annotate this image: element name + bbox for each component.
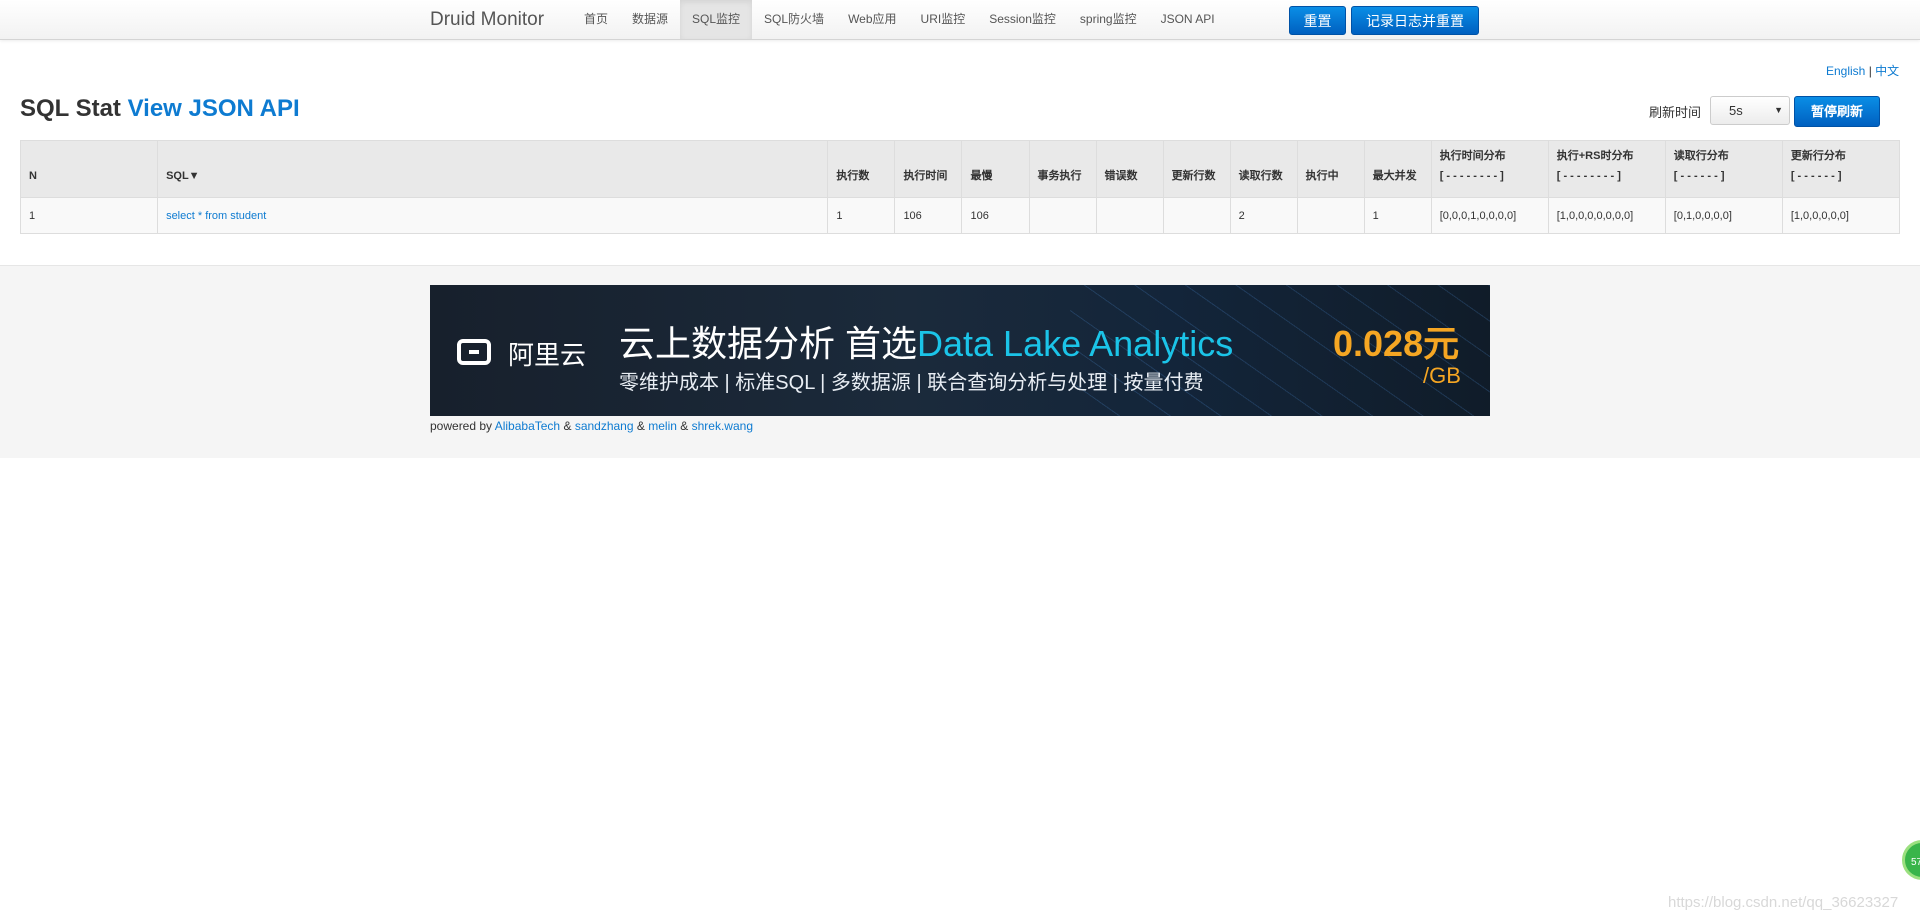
- brand-title[interactable]: Druid Monitor: [430, 8, 544, 32]
- col-header-exec-hist[interactable]: 执行时间分布 [ - - - - - - - - ]: [1430, 140, 1549, 198]
- col-header-slowest[interactable]: 最慢: [961, 140, 1030, 198]
- table-header-row: N SQL▼ 执行数 执行时间 最慢 事务执行 错误数 更新行数 读取行数 执行…: [19, 140, 1901, 198]
- page-title: SQL Stat View JSON API: [20, 94, 300, 124]
- ad-banner[interactable]: 阿里云 云上数据分析 首选Data Lake Analytics 零维护成本 |…: [430, 285, 1490, 416]
- cell-read-hist: [0,1,0,0,0,0]: [1664, 197, 1783, 234]
- banner-price-unit: /GB: [1423, 363, 1461, 388]
- author-link-melin[interactable]: melin: [648, 419, 677, 433]
- cell-sql: select * from student: [157, 197, 829, 234]
- lang-separator: |: [1868, 64, 1872, 78]
- amp-1: &: [563, 419, 572, 433]
- update-hist-sub: [ - - - - - - ]: [1790, 170, 1842, 182]
- col-header-tx-exec[interactable]: 事务执行: [1028, 140, 1097, 198]
- col-header-exec-rs-hist[interactable]: 执行+RS时分布 [ - - - - - - - - ]: [1547, 140, 1666, 198]
- col-header-exec-count[interactable]: 执行数: [827, 140, 896, 198]
- powered-by-label: powered by: [430, 419, 493, 433]
- top-navbar: Druid Monitor 首页 数据源 SQL监控 SQL防火墙 Web应用 …: [0, 0, 1920, 40]
- cell-exec-count: 1: [827, 197, 896, 234]
- lang-english-link[interactable]: English: [1826, 64, 1865, 78]
- cell-update-rows: [1162, 197, 1231, 234]
- sql-detail-link[interactable]: select * from student: [166, 210, 266, 222]
- author-link-shrek-wang[interactable]: shrek.wang: [692, 419, 753, 433]
- table-row: 1 select * from student 1 106 106 2 1 [0…: [19, 197, 1901, 234]
- nav-item-sql-firewall[interactable]: SQL防火墙: [752, 0, 836, 39]
- banner-headline-cn: 云上数据分析 首选: [619, 323, 918, 364]
- watermark: https://blog.csdn.net/qq_36623327: [1668, 894, 1899, 911]
- refresh-interval-value: 5s: [1729, 103, 1743, 118]
- cell-errors: [1095, 197, 1164, 234]
- cell-slowest: 106: [961, 197, 1030, 234]
- log-and-reset-button[interactable]: 记录日志并重置: [1351, 6, 1479, 35]
- col-header-errors[interactable]: 错误数: [1095, 140, 1164, 198]
- banner-headline: 云上数据分析 首选Data Lake Analytics: [619, 315, 1233, 367]
- nav-item-web-app[interactable]: Web应用: [836, 0, 908, 39]
- cell-read-rows: 2: [1229, 197, 1298, 234]
- refresh-interval-select[interactable]: 5s ▼: [1710, 96, 1790, 125]
- nav-item-spring-monitor[interactable]: spring监控: [1068, 0, 1149, 39]
- col-header-read-hist[interactable]: 读取行分布 [ - - - - - - ]: [1664, 140, 1783, 198]
- main-nav: 首页 数据源 SQL监控 SQL防火墙 Web应用 URI监控 Session监…: [572, 0, 1227, 39]
- nav-item-json-api[interactable]: JSON API: [1149, 0, 1227, 39]
- cell-max-concurrent: 1: [1363, 197, 1432, 234]
- sql-stat-table: N SQL▼ 执行数 执行时间 最慢 事务执行 错误数 更新行数 读取行数 执行…: [19, 140, 1901, 234]
- col-header-update-rows[interactable]: 更新行数: [1162, 140, 1231, 198]
- exec-hist-title: 执行时间分布: [1439, 150, 1506, 162]
- nav-item-uri-monitor[interactable]: URI监控: [909, 0, 978, 39]
- cell-running: [1296, 197, 1365, 234]
- banner-logo-text: 阿里云: [508, 340, 587, 370]
- author-link-alibabatech[interactable]: AlibabaTech: [495, 419, 560, 433]
- col-header-max-concurrent[interactable]: 最大并发: [1363, 140, 1432, 198]
- amp-2: &: [636, 419, 645, 433]
- read-hist-sub: [ - - - - - - ]: [1673, 170, 1725, 182]
- banner-price: 0.028元: [1333, 323, 1460, 364]
- banner-headline-en: Data Lake Analytics: [917, 323, 1234, 364]
- cell-tx-exec: [1028, 197, 1097, 234]
- cell-exec-hist: [0,0,0,1,0,0,0,0]: [1430, 197, 1549, 234]
- cell-update-hist: [1,0,0,0,0,0]: [1781, 197, 1901, 234]
- cell-exec-rs-hist: [1,0,0,0,0,0,0,0]: [1547, 197, 1666, 234]
- nav-item-datasource[interactable]: 数据源: [620, 0, 680, 39]
- col-header-n[interactable]: N: [19, 140, 159, 198]
- aliyun-logo-icon: [457, 339, 491, 365]
- pause-refresh-button[interactable]: 暂停刷新: [1794, 96, 1880, 127]
- chevron-down-icon: ▼: [1774, 105, 1783, 115]
- floating-badge[interactable]: 57: [1902, 840, 1920, 880]
- powered-by: powered by AlibabaTech & sandzhang & mel…: [430, 419, 753, 433]
- banner-subtitle: 零维护成本 | 标准SQL | 多数据源 | 联合查询分析与处理 | 按量付费: [619, 372, 1204, 394]
- refresh-time-label: 刷新时间: [1649, 105, 1702, 120]
- col-header-running[interactable]: 执行中: [1296, 140, 1365, 198]
- exec-rs-hist-sub: [ - - - - - - - - ]: [1556, 170, 1621, 182]
- page-title-text: SQL Stat: [20, 95, 121, 122]
- read-hist-title: 读取行分布: [1673, 150, 1729, 162]
- col-header-exec-time[interactable]: 执行时间: [894, 140, 963, 198]
- update-hist-title: 更新行分布: [1790, 150, 1846, 162]
- cell-n: 1: [19, 197, 159, 234]
- exec-rs-hist-title: 执行+RS时分布: [1556, 150, 1634, 162]
- lang-chinese-link[interactable]: 中文: [1875, 64, 1899, 78]
- nav-item-home[interactable]: 首页: [572, 0, 620, 39]
- view-json-api-link[interactable]: View JSON API: [128, 95, 300, 122]
- col-header-update-hist[interactable]: 更新行分布 [ - - - - - - ]: [1781, 140, 1901, 198]
- nav-item-sql-monitor[interactable]: SQL监控: [680, 0, 753, 39]
- author-link-sandzhang[interactable]: sandzhang: [575, 419, 634, 433]
- cell-exec-time: 106: [894, 197, 963, 234]
- nav-item-session-monitor[interactable]: Session监控: [977, 0, 1068, 39]
- col-header-read-rows[interactable]: 读取行数: [1229, 140, 1298, 198]
- col-header-sql[interactable]: SQL▼: [157, 140, 829, 198]
- reset-button[interactable]: 重置: [1289, 6, 1346, 35]
- exec-hist-sub: [ - - - - - - - - ]: [1439, 170, 1504, 182]
- amp-3: &: [680, 419, 689, 433]
- language-switch: English | 中文: [1826, 62, 1899, 79]
